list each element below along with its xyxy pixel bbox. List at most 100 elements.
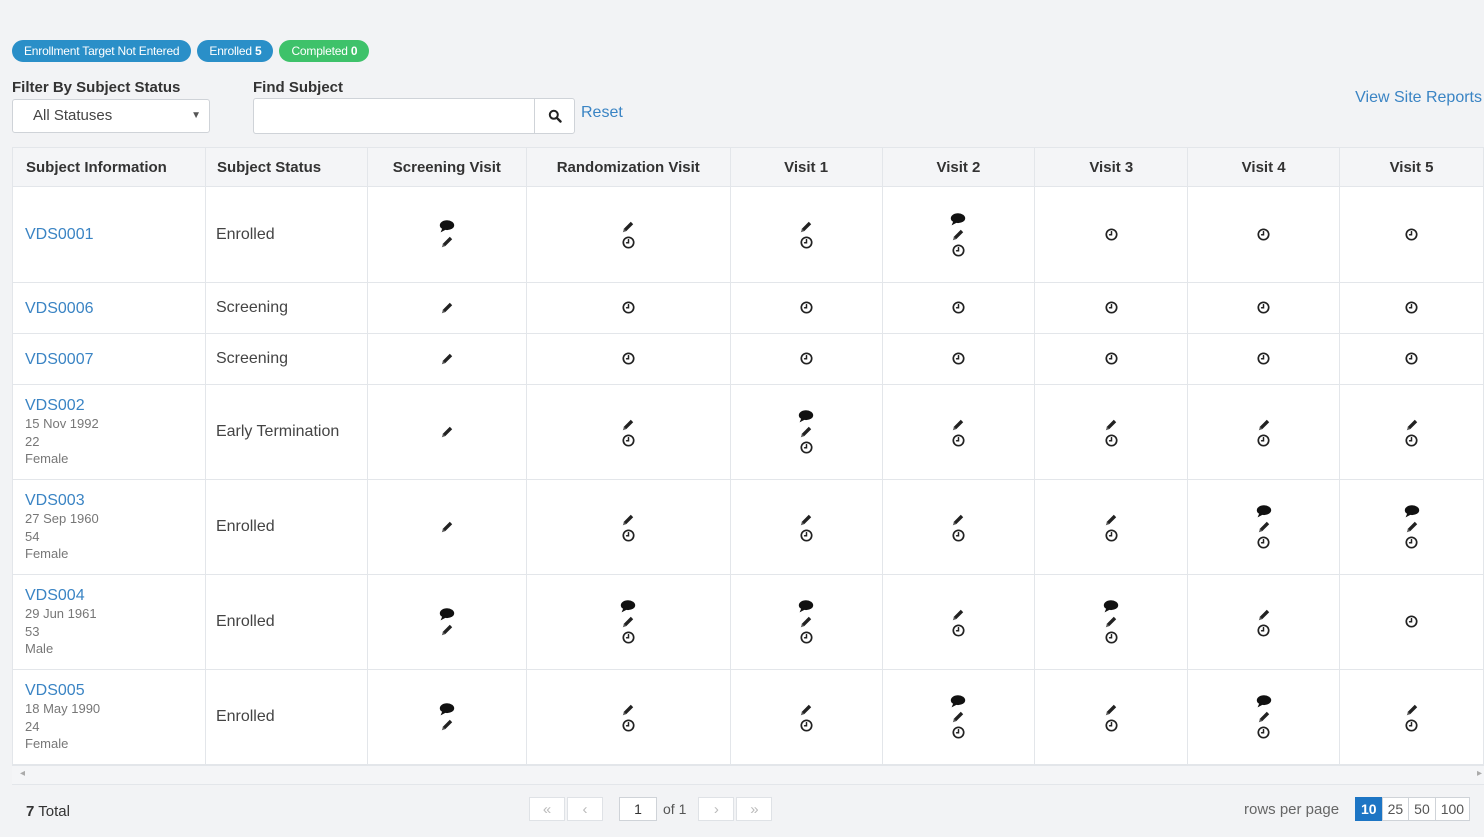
comment-icon[interactable] <box>620 600 636 613</box>
view-site-reports-link[interactable]: View Site Reports <box>1355 89 1482 107</box>
pencil-icon[interactable] <box>1405 520 1419 534</box>
subject-id-link[interactable]: VDS0001 <box>25 225 205 244</box>
rows-per-page-50[interactable]: 50 <box>1408 797 1436 821</box>
clock-icon[interactable] <box>1405 228 1418 241</box>
pencil-icon[interactable] <box>1104 703 1118 717</box>
pencil-icon[interactable] <box>951 710 965 724</box>
pencil-icon[interactable] <box>799 513 813 527</box>
clock-icon[interactable] <box>1105 718 1118 732</box>
comment-icon[interactable] <box>1256 505 1272 518</box>
clock-icon[interactable] <box>1405 352 1418 365</box>
clock-icon[interactable] <box>1405 718 1418 732</box>
clock-icon[interactable] <box>800 528 813 542</box>
clock-icon[interactable] <box>1105 528 1118 542</box>
clock-icon[interactable] <box>1105 433 1118 447</box>
pencil-icon[interactable] <box>1405 418 1419 432</box>
pencil-icon[interactable] <box>440 520 454 534</box>
pencil-icon[interactable] <box>1104 615 1118 629</box>
clock-icon[interactable] <box>952 726 965 739</box>
clock-icon[interactable] <box>622 433 635 447</box>
subject-id-link[interactable]: VDS0007 <box>25 350 205 369</box>
clock-icon[interactable] <box>1257 623 1270 637</box>
clock-icon[interactable] <box>952 623 965 637</box>
pencil-icon[interactable] <box>621 703 635 717</box>
first-page-button[interactable]: « <box>529 797 565 821</box>
pencil-icon[interactable] <box>440 301 454 315</box>
clock-icon[interactable] <box>1405 433 1418 447</box>
search-button[interactable] <box>534 98 575 134</box>
pencil-icon[interactable] <box>1257 710 1271 724</box>
subject-id-link[interactable]: VDS004 <box>25 586 205 605</box>
clock-icon[interactable] <box>622 631 635 644</box>
pencil-icon[interactable] <box>799 425 813 439</box>
pencil-icon[interactable] <box>440 425 454 439</box>
pencil-icon[interactable] <box>621 418 635 432</box>
clock-icon[interactable] <box>1105 352 1118 365</box>
clock-icon[interactable] <box>1105 631 1118 644</box>
clock-icon[interactable] <box>1257 433 1270 447</box>
pencil-icon[interactable] <box>799 615 813 629</box>
clock-icon[interactable] <box>800 441 813 454</box>
clock-icon[interactable] <box>622 718 635 732</box>
comment-icon[interactable] <box>950 212 966 226</box>
comment-icon[interactable] <box>1256 695 1272 708</box>
column-header-visit-2[interactable]: Visit 2 <box>881 147 1036 187</box>
rows-per-page-10[interactable]: 10 <box>1355 797 1383 821</box>
rows-per-page-100[interactable]: 100 <box>1434 797 1471 821</box>
clock-icon[interactable] <box>1257 726 1270 739</box>
subject-id-link[interactable]: VDS003 <box>25 491 205 510</box>
clock-icon[interactable] <box>622 301 635 314</box>
clock-icon[interactable] <box>1105 301 1118 314</box>
clock-icon[interactable] <box>1257 228 1270 241</box>
column-header-visit-1[interactable]: Visit 1 <box>729 147 883 187</box>
pencil-icon[interactable] <box>799 703 813 717</box>
clock-icon[interactable] <box>1405 615 1418 628</box>
clock-icon[interactable] <box>952 352 965 365</box>
column-header-subject-information[interactable]: Subject Information <box>12 147 206 187</box>
pencil-icon[interactable] <box>951 418 965 432</box>
pencil-icon[interactable] <box>621 615 635 629</box>
comment-icon[interactable] <box>1404 505 1420 518</box>
comment-icon[interactable] <box>798 410 814 423</box>
pencil-icon[interactable] <box>1257 418 1271 432</box>
clock-icon[interactable] <box>1105 228 1118 241</box>
subject-id-link[interactable]: VDS002 <box>25 396 205 415</box>
pencil-icon[interactable] <box>1104 513 1118 527</box>
subject-id-link[interactable]: VDS0006 <box>25 299 205 318</box>
status-filter-select[interactable]: All Statuses ▼ <box>12 99 210 133</box>
column-header-visit-5[interactable]: Visit 5 <box>1339 147 1484 187</box>
scroll-left-icon[interactable]: ◂ <box>20 768 25 779</box>
pencil-icon[interactable] <box>440 718 454 732</box>
pencil-icon[interactable] <box>1104 418 1118 432</box>
pencil-icon[interactable] <box>440 623 454 637</box>
pencil-icon[interactable] <box>621 220 635 234</box>
next-page-button[interactable]: › <box>698 797 735 821</box>
column-header-screening-visit[interactable]: Screening Visit <box>366 147 527 187</box>
clock-icon[interactable] <box>1257 536 1270 549</box>
page-number-input[interactable]: 1 <box>619 797 657 821</box>
comment-icon[interactable] <box>950 695 966 708</box>
clock-icon[interactable] <box>800 301 813 314</box>
pencil-icon[interactable] <box>440 352 454 366</box>
reset-link[interactable]: Reset <box>581 104 623 122</box>
clock-icon[interactable] <box>622 352 635 365</box>
pencil-icon[interactable] <box>1257 520 1271 534</box>
pencil-icon[interactable] <box>951 513 965 527</box>
clock-icon[interactable] <box>1257 352 1270 365</box>
subject-id-link[interactable]: VDS005 <box>25 681 205 700</box>
clock-icon[interactable] <box>1257 301 1270 314</box>
clock-icon[interactable] <box>622 528 635 542</box>
horizontal-scrollbar[interactable]: ◂ ▸ <box>12 765 1484 785</box>
clock-icon[interactable] <box>1405 536 1418 549</box>
comment-icon[interactable] <box>798 600 814 613</box>
pencil-icon[interactable] <box>799 220 813 234</box>
column-header-visit-3[interactable]: Visit 3 <box>1034 147 1189 187</box>
column-header-randomization-visit[interactable]: Randomization Visit <box>525 147 731 187</box>
comment-icon[interactable] <box>1103 600 1119 613</box>
column-header-subject-status[interactable]: Subject Status <box>204 147 368 187</box>
last-page-button[interactable]: » <box>736 797 773 821</box>
clock-icon[interactable] <box>1405 301 1418 314</box>
clock-icon[interactable] <box>622 236 635 249</box>
column-header-visit-4[interactable]: Visit 4 <box>1187 147 1341 187</box>
clock-icon[interactable] <box>800 631 813 644</box>
